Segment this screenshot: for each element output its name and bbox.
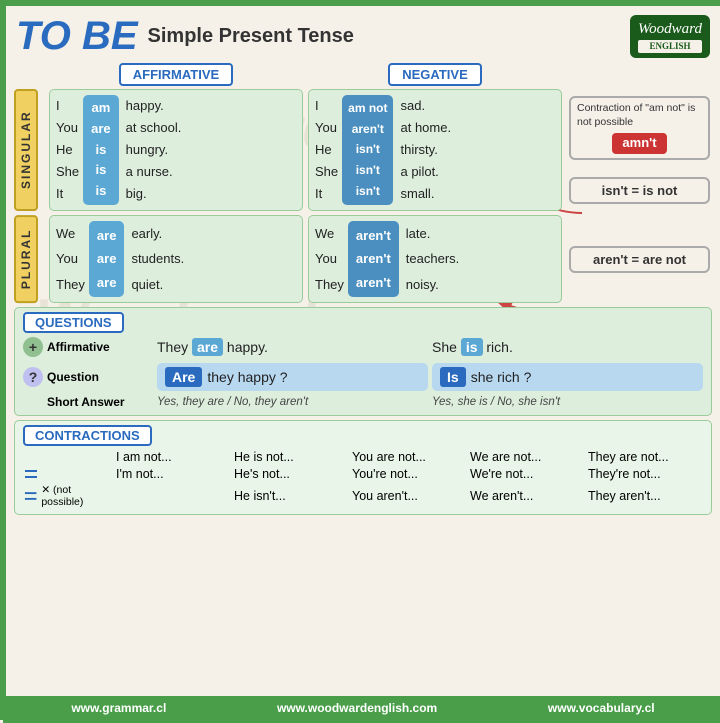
contr-short-4: We're not... xyxy=(470,467,585,481)
question-example-1: Are they happy ? xyxy=(157,363,428,391)
header: TO BE Simple Present Tense Woodward ENGL… xyxy=(6,6,720,63)
plural-neg-subjects: WeYouThey xyxy=(315,221,344,297)
singular-negative-box: IYouHeSheIt am notaren'tisn'tisn'tisn't … xyxy=(308,89,562,211)
short-answer-1: Yes, they are / No, they aren't xyxy=(157,396,428,408)
amnt-badge: amn't xyxy=(612,133,666,154)
contr-full-4: We are not... xyxy=(470,450,585,464)
contraction-note: Contraction of "am not" is not possible xyxy=(577,102,695,128)
footer-link-2[interactable]: www.woodwardenglish.com xyxy=(277,701,437,715)
singular-neg-subjects: IYouHeSheIt xyxy=(315,95,338,205)
question-example-2: Is she rich ? xyxy=(432,363,703,391)
plural-neg-verbs: aren'taren'taren't xyxy=(348,221,399,297)
logo-name: Woodward xyxy=(638,21,702,37)
contr-short-1: I'm not... xyxy=(116,467,231,481)
plural-negative-box: WeYouThey aren'taren'taren't late.teache… xyxy=(308,215,562,303)
aff-example-1: They are happy. xyxy=(157,339,428,355)
singular-aff-complements: happy.at school.hungry.a nurse.big. xyxy=(123,95,182,205)
amnt-callout: Contraction of "am not" is not possible … xyxy=(569,96,710,159)
contr-short-5: They're not... xyxy=(588,467,703,481)
contr-short-3: You're not... xyxy=(352,467,467,481)
title-to-be: TO BE xyxy=(16,14,138,59)
affirmative-sign-label: + Affirmative xyxy=(23,337,153,357)
negative-header: NEGATIVE xyxy=(388,63,482,86)
contr-full-2: He is not... xyxy=(234,450,349,464)
logo-box: Woodward ENGLISH xyxy=(630,15,710,58)
questions-affirmative-row: + Affirmative They are happy. She is ric… xyxy=(23,337,703,357)
questions-short-answer-row: Short Answer Yes, they are / No, they ar… xyxy=(23,395,703,409)
singular-label: SINGULAR xyxy=(14,89,38,211)
contractions-short-row: I'm not... He's not... You're not... We'… xyxy=(23,467,703,481)
contractions-section: CONTRACTIONS I am not... He is not... Yo… xyxy=(6,420,720,515)
affirmative-header: AFFIRMATIVE xyxy=(119,63,233,86)
footer-link-3[interactable]: www.vocabulary.cl xyxy=(548,701,655,715)
plural-aff-subjects: WeYouThey xyxy=(56,221,85,297)
plural-neg-complements: late.teachers.noisy. xyxy=(403,221,459,297)
contr-notpossible-label: ✕ (not possible) xyxy=(23,484,113,508)
plural-callout-panel: aren't = are not xyxy=(567,215,712,303)
contractions-full-row: I am not... He is not... You are not... … xyxy=(23,450,703,464)
contractions-header: CONTRACTIONS xyxy=(23,425,152,446)
contractions-also-row: ✕ (not possible) He isn't... You aren't.… xyxy=(23,484,703,508)
column-headers: AFFIRMATIVE NEGATIVE xyxy=(6,63,720,86)
arnt-badge: aren't = are not xyxy=(569,246,710,273)
singular-affirmative-box: IYouHeSheIt amareisisis happy.at school.… xyxy=(49,89,303,211)
questions-header: QUESTIONS xyxy=(23,312,124,333)
singular-neg-verbs: am notaren'tisn'tisn'tisn't xyxy=(342,95,393,205)
plural-affirmative-box: WeYouThey areareare early.students.quiet… xyxy=(49,215,303,303)
aff-example-2: She is rich. xyxy=(432,339,703,355)
contr-also-5: They aren't... xyxy=(588,489,703,503)
contr-full-3: You are not... xyxy=(352,450,467,464)
footer: www.grammar.cl www.woodwardenglish.com w… xyxy=(6,696,720,720)
plural-row: PLURAL WeYouThey areareare early.student… xyxy=(6,215,720,303)
questions-question-row: ? Question Are they happy ? Is she rich … xyxy=(23,363,703,391)
question-sign-label: ? Question xyxy=(23,367,153,387)
title-tense: Simple Present Tense xyxy=(148,25,354,48)
logo-sub: ENGLISH xyxy=(638,40,702,53)
plural-aff-complements: early.students.quiet. xyxy=(128,221,184,297)
contr-also-4: We aren't... xyxy=(470,489,585,503)
questions-section: QUESTIONS + Affirmative They are happy. … xyxy=(6,307,720,416)
contr-eq-sign xyxy=(23,468,113,480)
footer-link-1[interactable]: www.grammar.cl xyxy=(71,701,166,715)
short-answer-label: Short Answer xyxy=(23,395,153,409)
singular-callout-panel: Contraction of "am not" is not possible … xyxy=(567,89,712,211)
contr-also-2: He isn't... xyxy=(234,489,349,503)
contr-full-5: They are not... xyxy=(588,450,703,464)
singular-aff-verbs: amareisisis xyxy=(83,95,119,205)
isnt-badge: isn't = is not xyxy=(569,177,710,204)
singular-neg-complements: sad.at home.thirsty.a pilot.small. xyxy=(397,95,451,205)
contr-short-2: He's not... xyxy=(234,467,349,481)
singular-aff-subjects: IYouHeSheIt xyxy=(56,95,79,205)
contr-full-1: I am not... xyxy=(116,450,231,464)
contr-also-3: You aren't... xyxy=(352,489,467,503)
plural-aff-verbs: areareare xyxy=(89,221,125,297)
plural-label: PLURAL xyxy=(14,215,38,303)
singular-row: SINGULAR IYouHeSheIt amareisisis happy.a… xyxy=(6,89,720,211)
short-answer-2: Yes, she is / No, she isn't xyxy=(432,396,703,408)
